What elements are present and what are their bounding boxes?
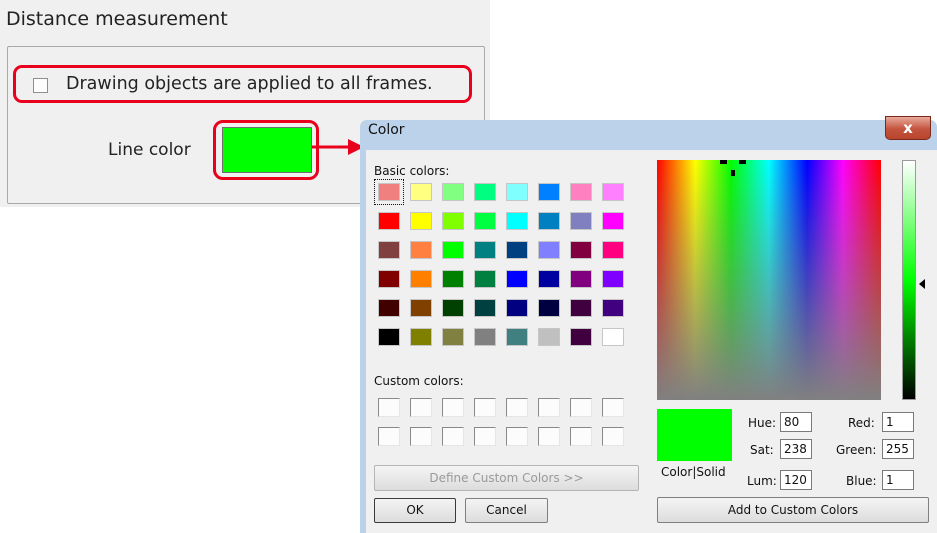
dialog-title: Color <box>368 122 405 138</box>
custom-color-swatch[interactable] <box>378 398 400 417</box>
sat-label: Sat: <box>750 443 774 457</box>
basic-color-swatch[interactable] <box>570 241 592 259</box>
basic-color-swatch[interactable] <box>570 270 592 288</box>
red-input[interactable]: 1 <box>882 412 914 432</box>
basic-color-swatch[interactable] <box>474 299 496 317</box>
custom-color-swatch[interactable] <box>378 427 400 446</box>
custom-color-swatch[interactable] <box>538 427 560 446</box>
basic-color-swatch[interactable] <box>410 241 432 259</box>
blue-input[interactable]: 1 <box>882 470 914 490</box>
basic-color-swatch[interactable] <box>538 183 560 201</box>
custom-color-swatch[interactable] <box>410 427 432 446</box>
custom-color-swatch[interactable] <box>602 398 624 417</box>
luminosity-slider[interactable] <box>902 160 916 400</box>
color-spectrum[interactable] <box>657 160 881 400</box>
basic-color-swatch[interactable] <box>410 183 432 201</box>
basic-color-swatch[interactable] <box>410 328 432 346</box>
custom-color-swatch[interactable] <box>442 427 464 446</box>
basic-color-swatch[interactable] <box>442 183 464 201</box>
hue-input[interactable]: 80 <box>780 412 812 432</box>
basic-color-swatch[interactable] <box>378 212 400 230</box>
callout-arrow-icon <box>312 139 364 155</box>
custom-color-swatch[interactable] <box>506 398 528 417</box>
basic-color-swatch[interactable] <box>410 212 432 230</box>
custom-color-swatch[interactable] <box>474 398 496 417</box>
basic-color-swatch[interactable] <box>538 299 560 317</box>
basic-color-swatch[interactable] <box>374 179 404 205</box>
lum-input[interactable]: 120 <box>780 470 812 490</box>
basic-color-swatch[interactable] <box>538 328 560 346</box>
green-input[interactable]: 255 <box>882 439 914 459</box>
color-solid-label: Color|Solid <box>661 465 726 479</box>
basic-color-swatch[interactable] <box>570 212 592 230</box>
apply-all-frames-checkbox[interactable] <box>33 78 48 93</box>
ok-button[interactable]: OK <box>374 498 456 523</box>
red-label: Red: <box>848 416 875 430</box>
custom-color-swatch[interactable] <box>410 398 432 417</box>
basic-color-swatch[interactable] <box>474 212 496 230</box>
green-label: Green: <box>836 443 877 457</box>
basic-color-swatch[interactable] <box>506 212 528 230</box>
basic-color-swatch[interactable] <box>474 270 496 288</box>
close-icon: x <box>903 119 913 137</box>
basic-color-swatch[interactable] <box>442 241 464 259</box>
custom-color-swatch[interactable] <box>442 398 464 417</box>
hue-label: Hue: <box>748 416 777 430</box>
crosshair-icon <box>720 158 746 178</box>
basic-color-swatch[interactable] <box>538 212 560 230</box>
custom-color-swatch[interactable] <box>506 427 528 446</box>
basic-color-swatch[interactable] <box>570 183 592 201</box>
basic-color-swatch[interactable] <box>602 270 624 288</box>
sat-input[interactable]: 238 <box>780 439 812 459</box>
line-color-button[interactable] <box>222 127 312 173</box>
basic-color-swatch[interactable] <box>506 328 528 346</box>
basic-color-swatch[interactable] <box>570 299 592 317</box>
luminosity-pointer-icon[interactable] <box>919 279 925 289</box>
custom-color-swatch[interactable] <box>602 427 624 446</box>
custom-color-swatch[interactable] <box>474 427 496 446</box>
basic-color-swatch[interactable] <box>442 270 464 288</box>
basic-color-swatch[interactable] <box>442 299 464 317</box>
cancel-button[interactable]: Cancel <box>465 498 548 523</box>
basic-color-swatch[interactable] <box>506 299 528 317</box>
basic-color-swatch[interactable] <box>506 241 528 259</box>
basic-color-swatch[interactable] <box>474 241 496 259</box>
color-preview <box>657 409 732 461</box>
custom-color-swatch[interactable] <box>570 427 592 446</box>
basic-color-swatch[interactable] <box>442 328 464 346</box>
basic-color-swatch[interactable] <box>378 241 400 259</box>
basic-color-swatch[interactable] <box>410 299 432 317</box>
basic-color-swatch[interactable] <box>474 328 496 346</box>
panel-title: Distance measurement <box>6 8 228 30</box>
basic-color-swatch[interactable] <box>538 241 560 259</box>
custom-colors-label: Custom colors: <box>374 374 464 388</box>
close-button[interactable]: x <box>885 116 931 140</box>
basic-color-swatch[interactable] <box>474 183 496 201</box>
basic-colors-label: Basic colors: <box>374 164 450 178</box>
basic-color-swatch[interactable] <box>602 183 624 201</box>
basic-color-swatch[interactable] <box>570 328 592 346</box>
line-color-label: Line color <box>108 140 191 160</box>
basic-color-swatch[interactable] <box>602 212 624 230</box>
lum-label: Lum: <box>747 474 777 488</box>
basic-color-swatch[interactable] <box>602 328 624 346</box>
basic-color-swatch[interactable] <box>538 270 560 288</box>
basic-color-swatch[interactable] <box>378 299 400 317</box>
basic-color-swatch[interactable] <box>378 270 400 288</box>
define-custom-colors-button[interactable]: Define Custom Colors >> <box>374 465 639 491</box>
basic-color-swatch[interactable] <box>378 328 400 346</box>
basic-color-swatch[interactable] <box>506 183 528 201</box>
custom-color-swatch[interactable] <box>570 398 592 417</box>
custom-color-swatch[interactable] <box>538 398 560 417</box>
basic-color-swatch[interactable] <box>602 299 624 317</box>
apply-all-frames-label: Drawing objects are applied to all frame… <box>66 74 433 94</box>
blue-label: Blue: <box>846 474 877 488</box>
basic-color-swatch[interactable] <box>410 270 432 288</box>
basic-color-swatch[interactable] <box>442 212 464 230</box>
add-to-custom-colors-button[interactable]: Add to Custom Colors <box>657 497 929 523</box>
basic-color-swatch[interactable] <box>506 270 528 288</box>
basic-color-swatch[interactable] <box>602 241 624 259</box>
